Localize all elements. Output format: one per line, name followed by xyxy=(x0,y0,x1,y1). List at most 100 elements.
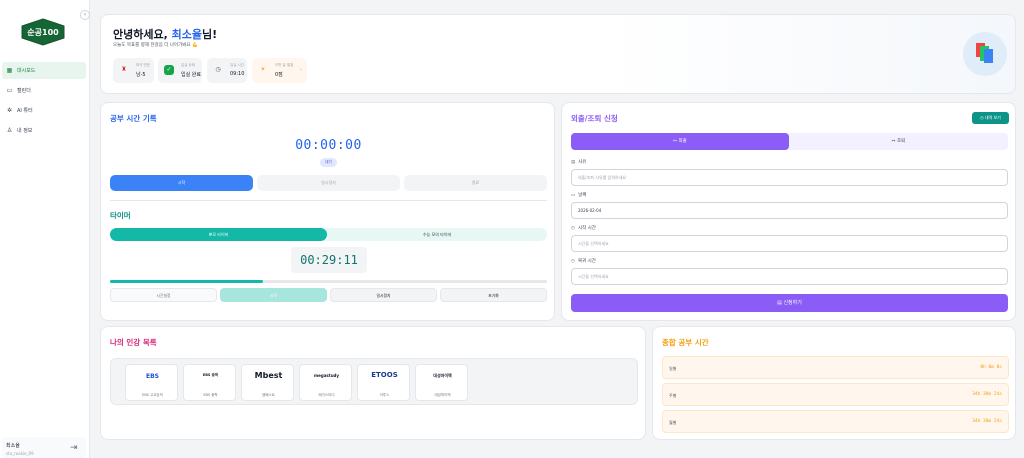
svg-text:순공100: 순공100 xyxy=(27,28,59,37)
timer-tabs: 뽀모 타이머 수능 모의 타이머 xyxy=(110,228,547,241)
penalty-chip[interactable]: ✴ 이번 달 벌점 0점 › xyxy=(252,58,307,83)
sidebar-collapse-button[interactable]: ‹ xyxy=(80,10,90,20)
pomodoro-timer: 00:29:11 xyxy=(291,247,367,273)
start-time-label: ◷ 시작 시간 xyxy=(571,226,596,231)
pomodoro-progress xyxy=(110,280,547,283)
lecture-item-mimac[interactable]: 대성마이맥 대성마이맥 xyxy=(415,364,468,401)
row-value: 0h 0m 0s xyxy=(980,365,1002,370)
seat-chip: ♜ 좌석 번호 낭-5 xyxy=(113,58,154,83)
row-label: 월별 xyxy=(669,420,677,425)
chip-label: 입실 시간 xyxy=(230,63,244,67)
lecture-name: 대성마이맥 xyxy=(434,393,451,397)
date-label: ▭ 날짜 xyxy=(571,193,587,198)
ebs-logo: EBS xyxy=(146,373,159,380)
chevron-right-icon: › xyxy=(300,67,302,73)
user-icon: ♙ xyxy=(6,127,13,134)
outing-request-card: 외출/조퇴 신청 ◷ 내역 보기 ↦ 외출 ↦ 조퇴 ▤ 사유 외출/조퇴 사유를… xyxy=(561,102,1016,321)
pomodoro-reset-button[interactable]: 초기화 xyxy=(440,288,547,302)
row-label: 주별 xyxy=(669,393,677,398)
clock-icon: ◷ xyxy=(215,66,221,73)
books-icon xyxy=(976,43,993,63)
lecture-name: EBS 고교강의 xyxy=(142,393,163,397)
study-time-card: 공부 시간 기록 00:00:00 대기 시작 일시정지 종료 타이머 뽀모 타… xyxy=(100,102,555,321)
sidebar-item-dashboard[interactable]: ▦ 대시보드 xyxy=(2,62,86,79)
sparkle-icon: ✴ xyxy=(260,66,266,73)
history-button[interactable]: ◷ 내역 보기 xyxy=(972,112,1009,124)
welcome-subtitle: 오늘도 목표를 향해 한걸음 더 나아가봐요 💪 xyxy=(113,43,198,48)
lecture-item-mbest[interactable]: Mbest 엠베스트 xyxy=(241,364,294,401)
chip-value: 낭-5 xyxy=(136,72,146,78)
total-study-time-card: 종합 공부 시간 일별 0h 0m 0s 주별 34h 38m 24s 월별 3… xyxy=(652,326,1016,440)
lecture-list: EBS EBS 고교강의 EBS 중학 EBS 중학 Mbest 엠베스트 me… xyxy=(110,358,638,405)
check-icon: ✓ xyxy=(164,65,174,75)
books-illustration xyxy=(963,32,1007,76)
grid-icon: ▦ xyxy=(6,67,13,74)
start-button[interactable]: 시작 xyxy=(110,175,253,191)
pomodoro-start-button[interactable]: 시작 xyxy=(220,288,327,302)
lectures-card-title: 나의 인강 목록 xyxy=(110,338,157,347)
calendar-icon: ▭ xyxy=(571,193,576,198)
total-card-title: 종합 공부 시간 xyxy=(662,338,709,347)
lecture-name: 엠베스트 xyxy=(262,393,275,397)
chip-value: 0점 xyxy=(275,72,283,78)
return-time-label: ◷ 복귀 시간 xyxy=(571,259,596,264)
outing-type-tabs: ↦ 외출 ↦ 조퇴 xyxy=(571,133,1008,150)
daily-row: 일별 0h 0m 0s xyxy=(662,356,1009,379)
lecture-item-ebs-middle[interactable]: EBS 중학 EBS 중학 xyxy=(183,364,236,401)
tab-mock-exam[interactable]: 수능 모의 타이머 xyxy=(327,228,547,241)
timer-section-title: 타이머 xyxy=(110,211,131,220)
sidebar-item-ai-tutor[interactable]: ✲ AI 튜터 xyxy=(2,102,86,119)
etoos-logo: ETOOS xyxy=(371,371,398,379)
pomodoro-pause-button[interactable]: 일시정지 xyxy=(330,288,437,302)
row-label: 일별 xyxy=(669,366,677,371)
weekly-row: 주별 34h 38m 24s xyxy=(662,383,1009,406)
chip-value: 입실 완료 xyxy=(181,72,201,78)
ebs-middle-logo: EBS 중학 xyxy=(202,373,219,377)
tab-outing[interactable]: ↦ 외출 xyxy=(571,133,789,150)
chip-label: 좌석 번호 xyxy=(136,63,150,67)
pomodoro-progress-fill xyxy=(110,280,263,283)
document-icon: ▤ xyxy=(571,160,576,165)
chip-label: 입실 상태 xyxy=(181,63,195,67)
sidebar-item-profile[interactable]: ♙ 내 정보 xyxy=(2,122,86,139)
app-logo[interactable]: 순공100 xyxy=(20,18,66,46)
set-time-button[interactable]: 시간설정 xyxy=(110,288,217,302)
student-name: 최소율 xyxy=(171,28,202,41)
pause-button[interactable]: 일시정지 xyxy=(257,175,400,191)
return-time-input[interactable]: 시간을 선택하세요 xyxy=(571,268,1008,285)
study-card-title: 공부 시간 기록 xyxy=(110,114,157,123)
tab-pomodoro[interactable]: 뽀모 타이머 xyxy=(110,228,327,241)
checkin-time-chip: ◷ 입실 시간 09:10 xyxy=(207,58,247,83)
stop-button[interactable]: 종료 xyxy=(404,175,547,191)
outing-card-title: 외출/조퇴 신청 xyxy=(571,114,618,123)
user-profile-area: 최소율 stu_rookie_09 ⇥ xyxy=(2,437,86,458)
mimac-logo: 대성마이맥 xyxy=(433,373,452,378)
lecture-name: 이투스 xyxy=(379,393,390,397)
sidebar-item-calendar[interactable]: ▭ 캘린더 xyxy=(2,82,86,99)
reason-input[interactable]: 외출/조퇴 사유를 입력하세요 xyxy=(571,169,1008,186)
user-id: stu_rookie_09 xyxy=(6,451,34,456)
welcome-title: 안녕하세요, 최소율님! xyxy=(113,28,218,41)
lecture-item-etoos[interactable]: ETOOS 이투스 xyxy=(357,364,410,401)
lecture-item-ebs[interactable]: EBS EBS 고교강의 xyxy=(125,364,178,401)
lecture-item-megastudy[interactable]: megastudy 메가스터디 xyxy=(299,364,352,401)
tab-early-leave[interactable]: ↦ 조퇴 xyxy=(789,133,1008,150)
chip-label: 이번 달 벌점 xyxy=(275,63,294,67)
monthly-row: 월별 34h 38m 24s xyxy=(662,410,1009,433)
logout-icon[interactable]: ⇥ xyxy=(70,443,78,453)
sidebar-item-label: AI 튜터 xyxy=(17,108,33,114)
clock-icon: ◷ xyxy=(571,259,575,264)
submit-button[interactable]: ▤ 신청하기 xyxy=(571,294,1008,312)
checkin-status-chip: ✓ 입실 상태 입실 완료 xyxy=(158,58,202,83)
sidebar-item-label: 캘린더 xyxy=(17,88,31,94)
lectures-card: 나의 인강 목록 EBS EBS 고교강의 EBS 중학 EBS 중학 Mbes… xyxy=(100,326,646,440)
reason-label: ▤ 사유 xyxy=(571,160,587,165)
date-input[interactable]: 2026-02-04 xyxy=(571,202,1008,219)
sidebar-item-label: 대시보드 xyxy=(17,68,36,74)
chip-value: 09:10 xyxy=(230,71,245,77)
user-name: 최소율 xyxy=(6,443,20,449)
start-time-input[interactable]: 시간을 선택하세요 xyxy=(571,235,1008,252)
welcome-card: 안녕하세요, 최소율님! 오늘도 목표를 향해 한걸음 더 나아가봐요 💪 ♜ … xyxy=(100,14,1016,94)
sidebar-nav: ▦ 대시보드 ▭ 캘린더 ✲ AI 튜터 ♙ 내 정보 xyxy=(2,62,86,142)
study-timer: 00:00:00 xyxy=(295,138,362,153)
